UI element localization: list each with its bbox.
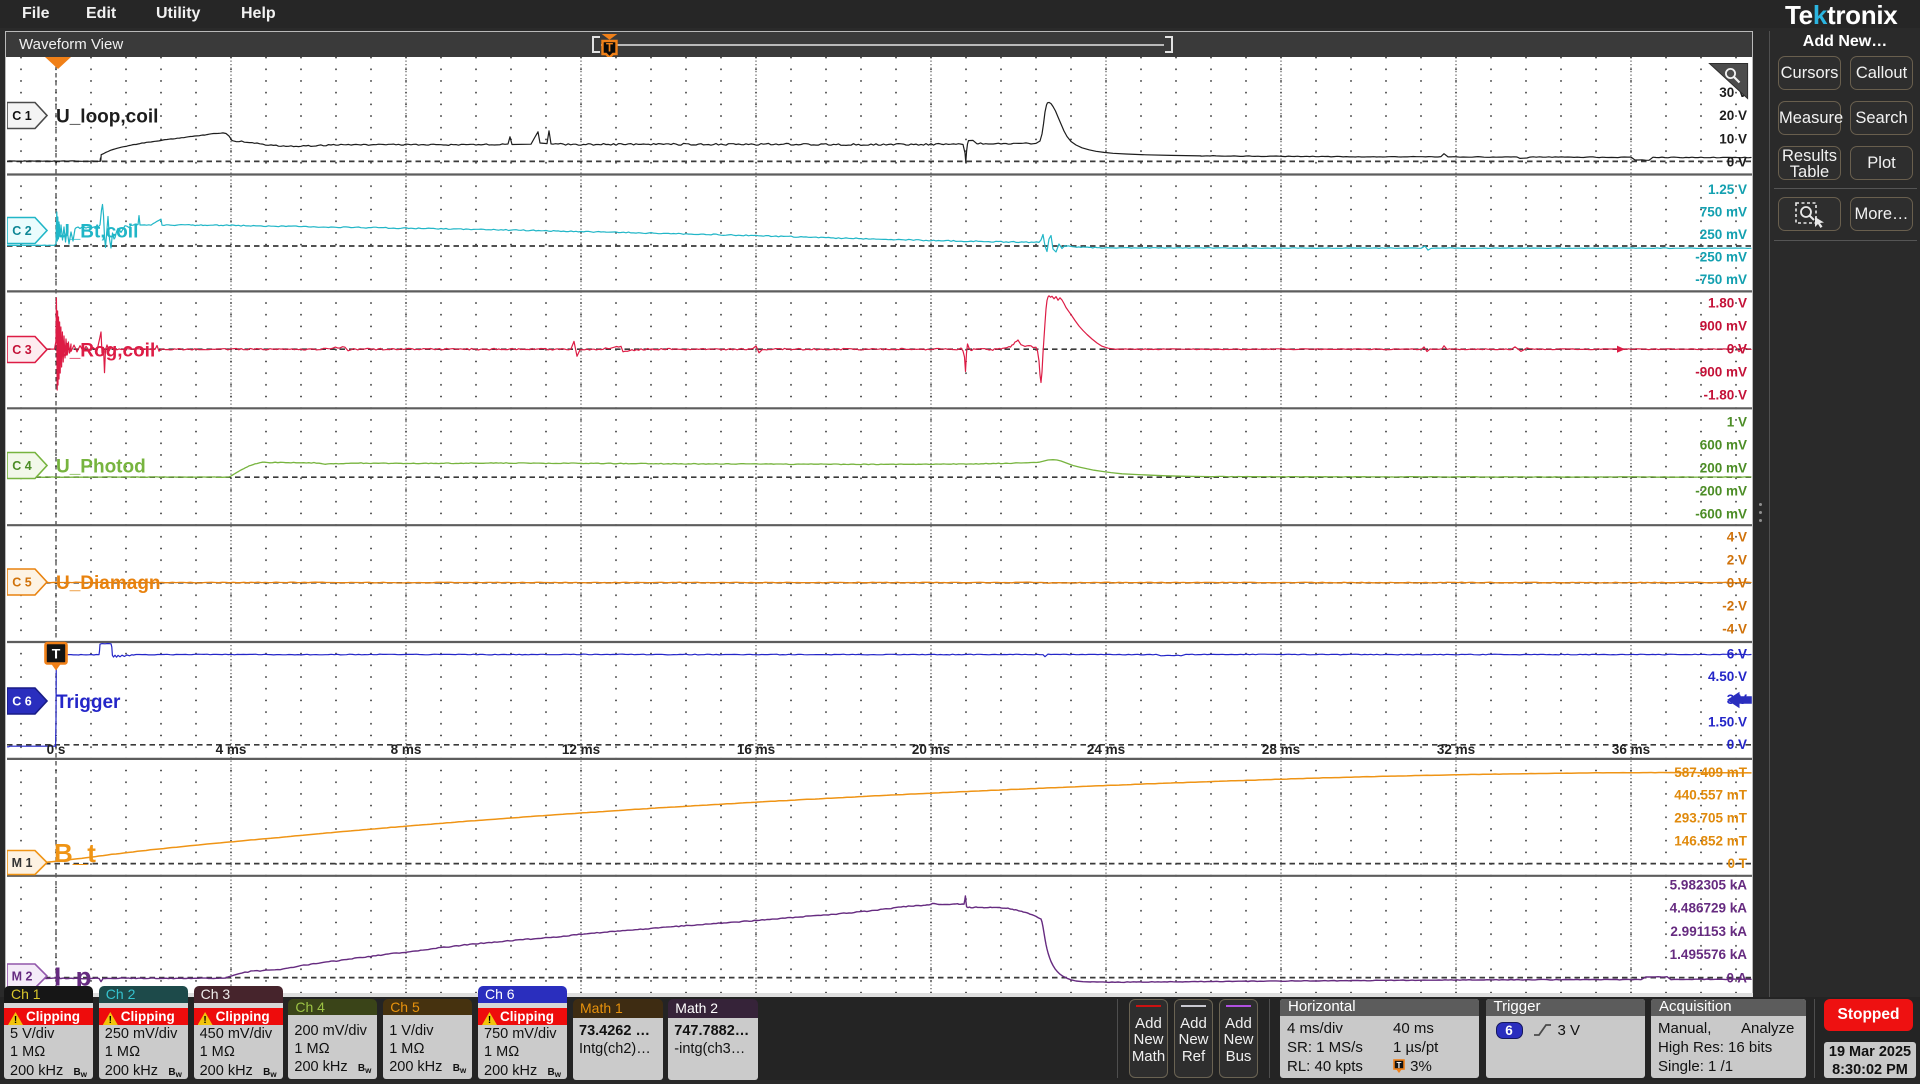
svg-text:M 1: M 1	[12, 856, 33, 870]
svg-text:C 1: C 1	[12, 109, 32, 123]
svg-text:U_loop,coil: U_loop,coil	[56, 106, 158, 127]
svg-text:600 mV: 600 mV	[1700, 437, 1747, 452]
svg-text:32 ms: 32 ms	[1437, 742, 1475, 757]
svg-text:587.409 mT: 587.409 mT	[1674, 765, 1748, 780]
svg-text:U_Rog,coil: U_Rog,coil	[56, 340, 155, 361]
svg-text:20 V: 20 V	[1719, 108, 1747, 123]
svg-text:20 ms: 20 ms	[912, 742, 950, 757]
svg-text:1 V: 1 V	[1727, 414, 1747, 429]
svg-text:1.80 V: 1.80 V	[1708, 296, 1747, 311]
svg-text:8 ms: 8 ms	[391, 742, 422, 757]
svg-text:-750 mV: -750 mV	[1695, 272, 1747, 287]
svg-text:-1.80 V: -1.80 V	[1703, 388, 1747, 403]
svg-text:750 mV: 750 mV	[1700, 204, 1747, 219]
svg-text:T: T	[606, 43, 613, 55]
svg-text:C 2: C 2	[12, 224, 32, 238]
svg-text:0 T: 0 T	[1727, 856, 1747, 871]
svg-text:-900 mV: -900 mV	[1695, 365, 1747, 380]
svg-text:440.557 mT: 440.557 mT	[1674, 788, 1748, 803]
svg-text:24 ms: 24 ms	[1087, 742, 1125, 757]
svg-text:250 mV: 250 mV	[1700, 227, 1747, 242]
svg-text:C 6: C 6	[12, 695, 32, 709]
svg-text:0 V: 0 V	[1727, 155, 1747, 170]
svg-text:12 ms: 12 ms	[562, 742, 600, 757]
svg-text:0 A: 0 A	[1726, 970, 1747, 985]
svg-text:B_t: B_t	[54, 838, 96, 868]
svg-text:1.25 V: 1.25 V	[1708, 182, 1747, 197]
svg-text:146.852 mT: 146.852 mT	[1674, 833, 1748, 848]
svg-text:16 ms: 16 ms	[737, 742, 775, 757]
svg-text:0 V: 0 V	[1727, 342, 1747, 357]
svg-text:U_Bt,coil: U_Bt,coil	[56, 221, 138, 242]
svg-text:0 V: 0 V	[1727, 575, 1747, 590]
svg-text:-200 mV: -200 mV	[1695, 484, 1747, 499]
svg-text:M 2: M 2	[12, 970, 33, 984]
svg-text:4.50 V: 4.50 V	[1708, 669, 1747, 684]
svg-text:4 V: 4 V	[1727, 529, 1747, 544]
svg-text:200 mV: 200 mV	[1700, 461, 1747, 476]
svg-text:2 V: 2 V	[1727, 552, 1747, 567]
svg-text:900 mV: 900 mV	[1700, 319, 1747, 334]
svg-text:U_Photod: U_Photod	[56, 456, 146, 477]
svg-text:6 V: 6 V	[1727, 646, 1747, 661]
svg-text:2.991153 kA: 2.991153 kA	[1670, 924, 1747, 939]
svg-text:36 ms: 36 ms	[1612, 742, 1650, 757]
svg-text:-250 mV: -250 mV	[1695, 250, 1747, 265]
svg-text:C 3: C 3	[12, 343, 32, 357]
svg-text:5.982305 kA: 5.982305 kA	[1670, 878, 1748, 893]
svg-text:1.495576 kA: 1.495576 kA	[1670, 947, 1748, 962]
svg-text:0 V: 0 V	[1727, 737, 1747, 752]
svg-text:Trigger: Trigger	[56, 692, 121, 713]
svg-text:-2 V: -2 V	[1722, 598, 1747, 613]
svg-text:C 4: C 4	[12, 459, 32, 473]
svg-text:293.705 mT: 293.705 mT	[1674, 811, 1748, 826]
svg-text:4 ms: 4 ms	[216, 742, 247, 757]
svg-text:4.486729 kA: 4.486729 kA	[1670, 901, 1748, 916]
svg-text:1.50 V: 1.50 V	[1708, 715, 1747, 730]
svg-text:-600 mV: -600 mV	[1695, 507, 1747, 522]
svg-text:T: T	[1397, 1061, 1402, 1070]
svg-text:10 V: 10 V	[1719, 131, 1747, 146]
svg-text:0 s: 0 s	[47, 742, 66, 757]
svg-text:U_Diamagn: U_Diamagn	[56, 573, 161, 594]
svg-text:-4 V: -4 V	[1722, 621, 1747, 636]
svg-text:28 ms: 28 ms	[1262, 742, 1300, 757]
svg-text:C 5: C 5	[12, 576, 32, 590]
svg-text:T: T	[52, 646, 61, 662]
